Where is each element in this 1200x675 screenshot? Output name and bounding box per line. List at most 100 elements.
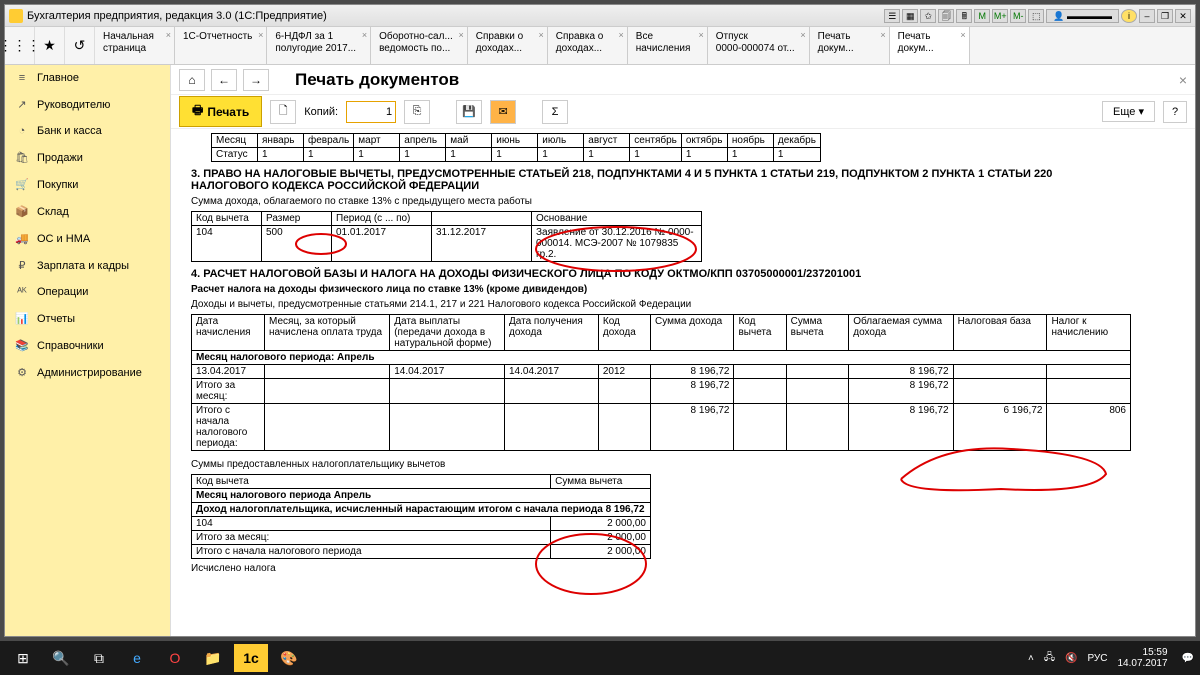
preview-icon[interactable]: 🗋	[270, 100, 296, 124]
tb-btn[interactable]: M	[974, 9, 990, 23]
tb-btn[interactable]: M+	[992, 9, 1008, 23]
sidebar: ≡Главное↗Руководителю◔Банк и касса🛍Прода…	[5, 65, 171, 636]
tray-network-icon[interactable]: 🖧	[1044, 650, 1055, 667]
sidebar-icon: ≡	[15, 72, 29, 84]
back-icon[interactable]: ←	[211, 69, 237, 91]
tab[interactable]: Отпуск0000-000074 от...×	[708, 27, 810, 64]
sidebar-icon: 🚚	[15, 232, 29, 245]
section4-table: Дата начисленияМесяц, за который начисле…	[191, 314, 1131, 451]
forward-icon[interactable]: →	[243, 69, 269, 91]
tb-btn[interactable]: 🗐	[938, 9, 954, 23]
tb-btn[interactable]: M-	[1010, 9, 1026, 23]
tb-btn[interactable]: ☰	[884, 9, 900, 23]
minimize-icon[interactable]: –	[1139, 9, 1155, 23]
copies-label: Копий:	[304, 106, 338, 118]
tab[interactable]: Печатьдокум...×	[810, 27, 890, 64]
tray-notif-icon[interactable]: 💬	[1182, 653, 1194, 664]
sidebar-item[interactable]: ↗Руководителю	[5, 91, 170, 118]
apps-icon[interactable]: ⋮⋮⋮	[5, 27, 35, 64]
tool-btn[interactable]: ⎘	[404, 100, 430, 124]
clock[interactable]: 15:59 14.07.2017	[1117, 647, 1171, 669]
tab-close-icon[interactable]: ×	[362, 29, 367, 41]
paint-icon[interactable]: 🎨	[272, 644, 306, 672]
star-icon[interactable]: ★	[35, 27, 65, 64]
sidebar-icon: ᴬᴷ	[15, 286, 29, 298]
info-icon[interactable]: i	[1121, 9, 1137, 23]
search-icon[interactable]: 🔍	[44, 644, 78, 672]
sidebar-item[interactable]: 🚚ОС и НМА	[5, 225, 170, 252]
months-table: Месяцянварьфевральмартапрельмайиюньиюльа…	[211, 133, 821, 162]
tab[interactable]: 1С-Отчетность×	[175, 27, 267, 64]
section4-sub2: Доходы и вычеты, предусмотренные статьям…	[191, 299, 1175, 310]
sidebar-item[interactable]: ◔Банк и касса	[5, 118, 170, 144]
restore-icon[interactable]: ❐	[1157, 9, 1173, 23]
sidebar-item[interactable]: 🛍Продажи	[5, 144, 170, 171]
sidebar-item[interactable]: ≡Главное	[5, 65, 170, 91]
section3-subtitle: Сумма дохода, облагаемого по ставке 13% …	[191, 196, 1175, 207]
tab[interactable]: Справки одоходах...×	[468, 27, 548, 64]
sidebar-item[interactable]: ⚙Администрирование	[5, 359, 170, 386]
mail-icon[interactable]: ✉	[490, 100, 516, 124]
foot: Исчислено налога	[191, 563, 1175, 574]
sidebar-icon: ◔	[15, 125, 29, 137]
sidebar-item[interactable]: 📊Отчеты	[5, 305, 170, 332]
sidebar-icon: 🛍	[15, 151, 29, 164]
more-button[interactable]: Еще ▾	[1102, 101, 1155, 122]
history-icon[interactable]: ↺	[65, 27, 95, 64]
tab-close-icon[interactable]: ×	[459, 29, 464, 41]
taskview-icon[interactable]: ⧉	[82, 644, 116, 672]
sidebar-item[interactable]: ₽Зарплата и кадры	[5, 252, 170, 279]
explorer-icon[interactable]: 📁	[196, 644, 230, 672]
tray-up-icon[interactable]: ˄	[1028, 653, 1034, 664]
sidebar-item[interactable]: 🛒Покупки	[5, 171, 170, 198]
sidebar-item[interactable]: ᴬᴷОперации	[5, 279, 170, 305]
tb-btn[interactable]: 🖩	[956, 9, 972, 23]
tb-btn[interactable]: ⬚	[1028, 9, 1044, 23]
tab-close-icon[interactable]: ×	[960, 29, 965, 41]
sidebar-icon: 📦	[15, 205, 29, 218]
tab[interactable]: 6-НДФЛ за 1полугодие 2017...×	[267, 27, 371, 64]
sidebar-icon: ↗	[15, 98, 29, 111]
sidebar-icon: 🛒	[15, 178, 29, 191]
help-button[interactable]: ?	[1163, 101, 1187, 123]
tb-btn[interactable]: ▦	[902, 9, 918, 23]
sidebar-icon: ⚙	[15, 366, 29, 379]
sidebar-item[interactable]: 📚Справочники	[5, 332, 170, 359]
print-button[interactable]: 🖶 Печать	[179, 96, 262, 127]
titlebar: Бухгалтерия предприятия, редакция 3.0 (1…	[5, 5, 1195, 27]
app-icon-1c	[9, 9, 23, 23]
sidebar-icon: ₽	[15, 259, 29, 272]
tab[interactable]: Справка одоходах...×	[548, 27, 628, 64]
tab[interactable]: Печатьдокум...×	[890, 27, 970, 64]
tab-close-icon[interactable]: ×	[166, 29, 171, 41]
sidebar-item[interactable]: 📦Склад	[5, 198, 170, 225]
tab-close-icon[interactable]: ×	[880, 29, 885, 41]
tab[interactable]: Всеначисления×	[628, 27, 708, 64]
close-page-icon[interactable]: ×	[1179, 72, 1187, 88]
edge-icon[interactable]: e	[120, 644, 154, 672]
tab[interactable]: Начальнаястраница×	[95, 27, 175, 64]
tray-vol-icon[interactable]: 🔇	[1065, 653, 1077, 664]
tab[interactable]: Оборотно-сал...ведомость по...×	[371, 27, 468, 64]
taskbar: ⊞ 🔍 ⧉ e O 📁 1c 🎨 ˄ 🖧 🔇 РУС 15:59 14.07.2…	[0, 641, 1200, 675]
deduct-table: Код вычетаСумма вычетаМесяц налогового п…	[191, 474, 651, 559]
copies-stepper[interactable]	[346, 101, 396, 123]
tab-close-icon[interactable]: ×	[258, 29, 263, 41]
tab-close-icon[interactable]: ×	[539, 29, 544, 41]
document-area: Месяцянварьфевральмартапрельмайиюньиюльа…	[171, 129, 1195, 636]
start-icon[interactable]: ⊞	[6, 644, 40, 672]
tab-close-icon[interactable]: ×	[699, 29, 704, 41]
save-icon[interactable]: 💾	[456, 100, 482, 124]
tb-btn[interactable]: ✩	[920, 9, 936, 23]
tabstrip: ⋮⋮⋮ ★ ↺ Начальнаястраница×1С-Отчетность×…	[5, 27, 1195, 65]
tb-user[interactable]: 👤 ▬▬▬▬▬	[1046, 9, 1119, 23]
section4-sub1: Расчет налога на доходы физического лица…	[191, 284, 1175, 295]
sigma-icon[interactable]: Σ	[542, 100, 568, 124]
tab-close-icon[interactable]: ×	[800, 29, 805, 41]
close-icon[interactable]: ✕	[1175, 9, 1191, 23]
tray-lang[interactable]: РУС	[1087, 653, 1107, 664]
1c-taskbar-icon[interactable]: 1c	[234, 644, 268, 672]
tab-close-icon[interactable]: ×	[619, 29, 624, 41]
opera-icon[interactable]: O	[158, 644, 192, 672]
home-icon[interactable]: ⌂	[179, 69, 205, 91]
